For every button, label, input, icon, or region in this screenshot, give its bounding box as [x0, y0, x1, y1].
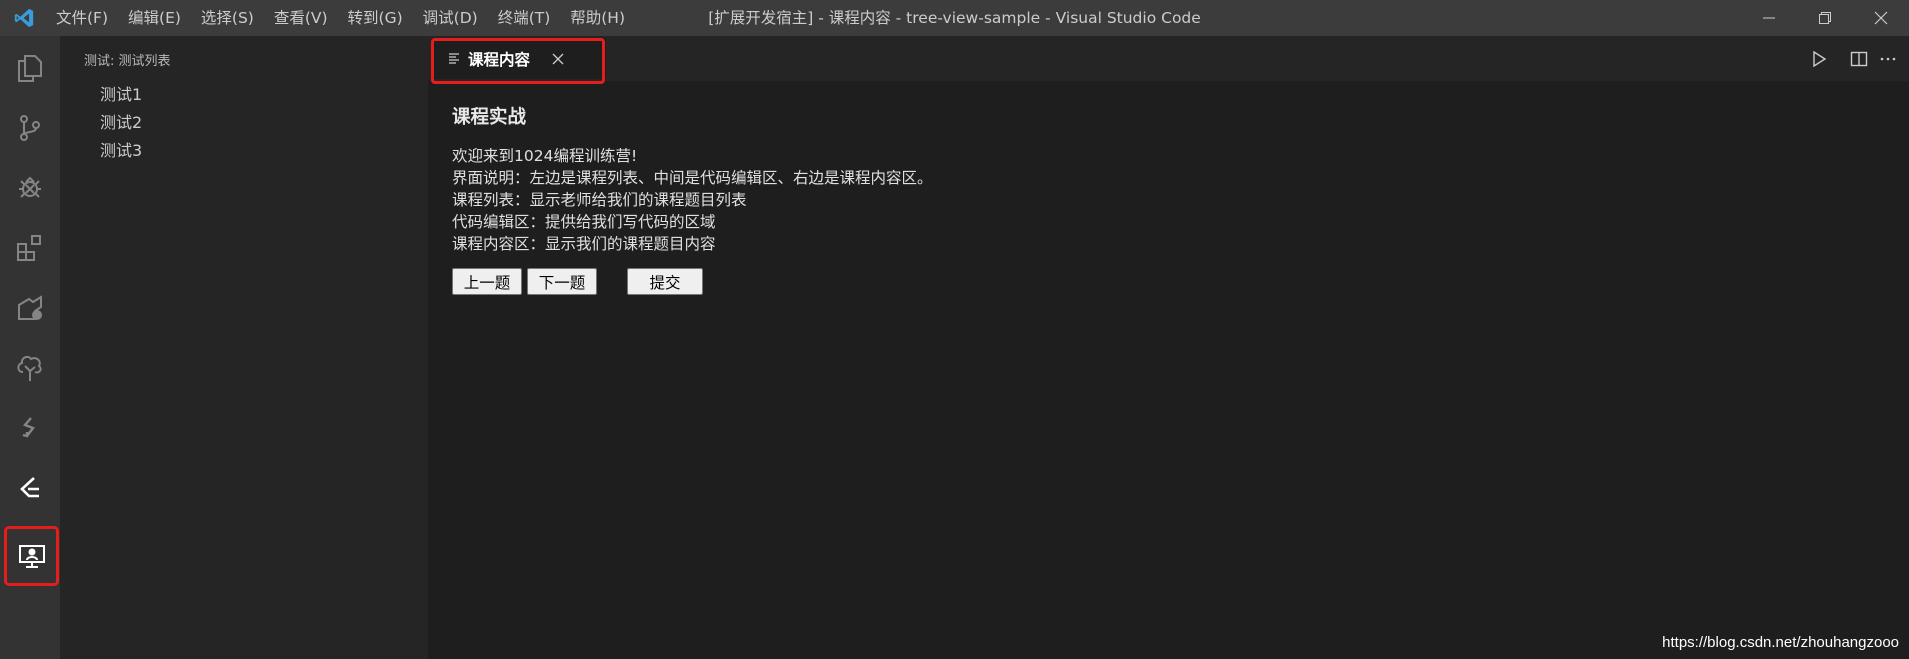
test-icon[interactable] [0, 400, 60, 456]
menu-debug[interactable]: 调试(D) [413, 0, 488, 36]
course-content-view: 课程实战 欢迎来到1024编程训练营! 界面说明：左边是课程列表、中间是代码编辑… [452, 81, 1882, 295]
menu-go[interactable]: 转到(G) [338, 0, 413, 36]
editor-tabs-bar: 课程内容 [428, 36, 1909, 84]
paragraph-welcome: 欢迎来到1024编程训练营! [452, 147, 638, 165]
debug-icon[interactable] [0, 160, 60, 216]
run-button[interactable] [1799, 36, 1839, 81]
course-icon[interactable] [4, 526, 59, 586]
tree-icon[interactable] [0, 340, 60, 396]
tree-item-test3[interactable]: 测试3 [60, 137, 428, 165]
vscode-logo-icon [6, 0, 42, 36]
sidebar: 测试: 测试列表 测试1 测试2 测试3 [60, 36, 428, 659]
more-icon [1880, 57, 1896, 60]
paragraph-course-content: 课程内容区：显示我们的课程题目内容 [452, 235, 716, 253]
navigation-buttons: 上一题 下一题 提交 [452, 268, 1882, 295]
minimize-icon [1763, 17, 1775, 19]
explorer-icon[interactable] [0, 40, 60, 96]
leetcode-icon[interactable] [0, 460, 60, 516]
menu-bar: 文件(F) 编辑(E) 选择(S) 查看(V) 转到(G) 调试(D) 终端(T… [46, 0, 635, 36]
more-actions-button[interactable] [1879, 36, 1909, 81]
close-icon [1874, 11, 1888, 25]
activity-bar [0, 36, 60, 659]
watermark: https://blog.csdn.net/zhouhangzooo [1662, 634, 1899, 651]
submit-button[interactable]: 提交 [627, 268, 703, 295]
paragraph-layout: 界面说明：左边是课程列表、中间是代码编辑区、右边是课程内容区。 [452, 169, 933, 187]
split-editor-icon [1850, 51, 1868, 66]
source-control-icon[interactable] [0, 100, 60, 156]
close-window-button[interactable] [1853, 0, 1909, 36]
paragraph-course-list: 课程列表：显示老师给我们的课程题目列表 [452, 191, 747, 209]
test-tree: 测试1 测试2 测试3 [60, 81, 428, 165]
next-question-button[interactable]: 下一题 [527, 268, 597, 295]
content-heading: 课程实战 [452, 107, 527, 128]
restore-button[interactable] [1797, 0, 1853, 36]
restore-icon [1819, 12, 1831, 24]
title-bar: 文件(F) 编辑(E) 选择(S) 查看(V) 转到(G) 调试(D) 终端(T… [0, 0, 1909, 36]
sidebar-title: 测试: 测试列表 [84, 54, 171, 69]
highlight-frame [431, 38, 605, 84]
paragraph-code-editor: 代码编辑区：提供给我们写代码的区域 [452, 213, 716, 231]
menu-view[interactable]: 查看(V) [264, 0, 338, 36]
menu-file[interactable]: 文件(F) [46, 0, 118, 36]
split-editor-button[interactable] [1839, 36, 1879, 81]
menu-edit[interactable]: 编辑(E) [118, 0, 191, 36]
window-controls [1741, 0, 1909, 36]
remote-icon[interactable] [0, 280, 60, 336]
previous-question-button[interactable]: 上一题 [452, 268, 522, 295]
menu-terminal[interactable]: 终端(T) [488, 0, 561, 36]
extensions-icon[interactable] [0, 220, 60, 276]
minimize-button[interactable] [1741, 0, 1797, 36]
tree-item-test1[interactable]: 测试1 [60, 81, 428, 109]
play-icon [1813, 50, 1827, 67]
tree-item-test2[interactable]: 测试2 [60, 109, 428, 137]
editor-actions [1799, 36, 1909, 81]
menu-selection[interactable]: 选择(S) [191, 0, 264, 36]
menu-help[interactable]: 帮助(H) [560, 0, 635, 36]
content-description: 欢迎来到1024编程训练营! 界面说明：左边是课程列表、中间是代码编辑区、右边是… [452, 145, 1882, 255]
